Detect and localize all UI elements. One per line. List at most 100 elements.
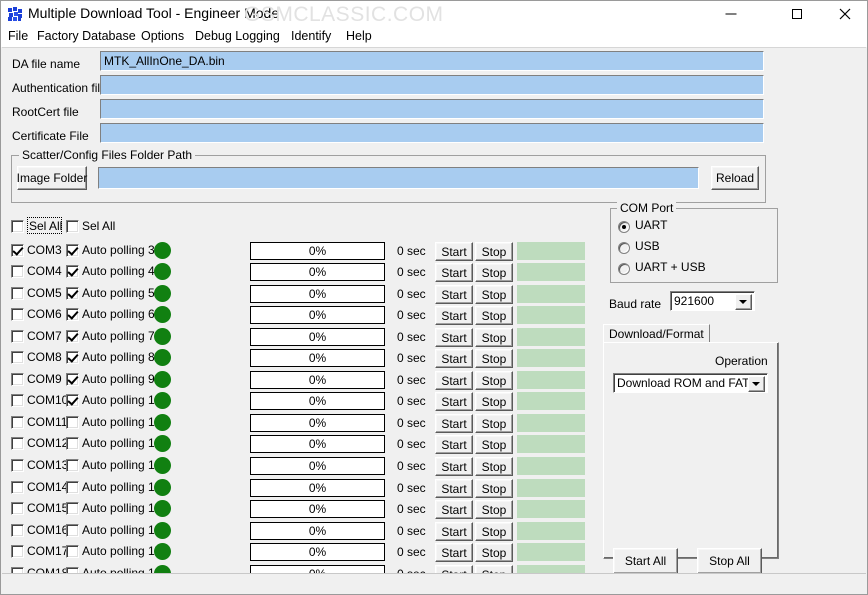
- stop-all-button[interactable]: Stop All: [697, 548, 762, 574]
- com-label: COM12: [27, 436, 69, 450]
- row-start-button[interactable]: Start: [435, 328, 473, 347]
- row-stop-button[interactable]: Stop: [475, 500, 513, 519]
- row-stop-button[interactable]: Stop: [475, 479, 513, 498]
- radio-uart-usb[interactable]: [618, 263, 630, 275]
- auto-polling-checkbox[interactable]: [66, 394, 79, 407]
- close-button[interactable]: [822, 1, 867, 27]
- row-stop-button[interactable]: Stop: [475, 392, 513, 411]
- maximize-icon: [791, 9, 802, 19]
- row-status-box: [517, 349, 585, 367]
- baud-rate-label: Baud rate: [609, 297, 662, 311]
- com-checkbox[interactable]: [11, 287, 24, 300]
- authentication-file-input[interactable]: [100, 75, 764, 95]
- auto-polling-checkbox[interactable]: [66, 373, 79, 386]
- auto-polling-checkbox[interactable]: [66, 502, 79, 515]
- auto-polling-label: Auto polling 17: [82, 544, 162, 558]
- com-checkbox[interactable]: [11, 373, 24, 386]
- row-start-button[interactable]: Start: [435, 500, 473, 519]
- operation-chevron-down-icon[interactable]: [748, 376, 765, 392]
- auto-polling-checkbox[interactable]: [66, 244, 79, 257]
- row-stop-button[interactable]: Stop: [475, 371, 513, 390]
- start-all-button[interactable]: Start All: [613, 548, 678, 574]
- menu-item-debug-logging[interactable]: Debug Logging: [195, 29, 280, 43]
- auto-polling-checkbox[interactable]: [66, 459, 79, 472]
- menu-item-options[interactable]: Options: [141, 29, 184, 43]
- radio-uart[interactable]: [618, 221, 630, 233]
- com-checkbox[interactable]: [11, 502, 24, 515]
- row-stop-button[interactable]: Stop: [475, 414, 513, 433]
- row-stop-button[interactable]: Stop: [475, 263, 513, 282]
- window-title: Multiple Download Tool - Engineer Mode: [28, 5, 280, 21]
- row-start-button[interactable]: Start: [435, 543, 473, 562]
- row-stop-button[interactable]: Stop: [475, 242, 513, 261]
- radio-usb[interactable]: [618, 242, 630, 254]
- scatter-path-input[interactable]: [98, 167, 699, 189]
- com-checkbox[interactable]: [11, 545, 24, 558]
- select-all-left-checkbox[interactable]: [11, 220, 24, 233]
- auto-polling-checkbox[interactable]: [66, 416, 79, 429]
- row-start-button[interactable]: Start: [435, 435, 473, 454]
- com-label: COM3: [27, 243, 62, 257]
- auto-polling-checkbox[interactable]: [66, 265, 79, 278]
- chevron-down-icon[interactable]: [735, 294, 752, 310]
- certificate-file-input[interactable]: [100, 123, 764, 143]
- minimize-button[interactable]: [708, 1, 753, 27]
- row-stop-button[interactable]: Stop: [475, 285, 513, 304]
- auto-polling-checkbox[interactable]: [66, 545, 79, 558]
- menu-item-identify[interactable]: Identify: [291, 29, 331, 43]
- row-stop-button[interactable]: Stop: [475, 543, 513, 562]
- com-checkbox[interactable]: [11, 416, 24, 429]
- menu-item-file[interactable]: File: [8, 29, 28, 43]
- row-start-button[interactable]: Start: [435, 263, 473, 282]
- row-start-button[interactable]: Start: [435, 242, 473, 261]
- com-checkbox[interactable]: [11, 459, 24, 472]
- com-checkbox[interactable]: [11, 394, 24, 407]
- operation-select[interactable]: Download ROM and FAT: [613, 373, 768, 393]
- reload-button[interactable]: Reload: [711, 166, 759, 190]
- auto-polling-checkbox[interactable]: [66, 524, 79, 537]
- com-label: COM8: [27, 350, 62, 364]
- row-start-button[interactable]: Start: [435, 414, 473, 433]
- title-bar: Multiple Download Tool - Engineer Mode G…: [1, 1, 867, 27]
- row-start-button[interactable]: Start: [435, 457, 473, 476]
- row-start-button[interactable]: Start: [435, 479, 473, 498]
- da-file-input[interactable]: MTK_AllInOne_DA.bin: [100, 51, 764, 71]
- row-start-button[interactable]: Start: [435, 371, 473, 390]
- row-stop-button[interactable]: Stop: [475, 349, 513, 368]
- row-stop-button[interactable]: Stop: [475, 457, 513, 476]
- maximize-button[interactable]: [774, 1, 819, 27]
- row-start-button[interactable]: Start: [435, 392, 473, 411]
- row-stop-button[interactable]: Stop: [475, 306, 513, 325]
- image-folder-button[interactable]: Image Folder: [17, 166, 87, 190]
- auto-polling-checkbox[interactable]: [66, 351, 79, 364]
- com-checkbox[interactable]: [11, 265, 24, 278]
- menu-item-help[interactable]: Help: [346, 29, 372, 43]
- row-stop-button[interactable]: Stop: [475, 522, 513, 541]
- auto-polling-checkbox[interactable]: [66, 437, 79, 450]
- row-start-button[interactable]: Start: [435, 349, 473, 368]
- row-stop-button[interactable]: Stop: [475, 328, 513, 347]
- select-all-right-checkbox[interactable]: [66, 220, 79, 233]
- auto-polling-checkbox[interactable]: [66, 330, 79, 343]
- row-stop-button[interactable]: Stop: [475, 435, 513, 454]
- com-checkbox[interactable]: [11, 351, 24, 364]
- row-start-button[interactable]: Start: [435, 285, 473, 304]
- tab-download-format[interactable]: Download/Format: [603, 324, 710, 343]
- com-checkbox[interactable]: [11, 244, 24, 257]
- auto-polling-checkbox[interactable]: [66, 308, 79, 321]
- com-checkbox[interactable]: [11, 330, 24, 343]
- auto-polling-checkbox[interactable]: [66, 287, 79, 300]
- com-checkbox[interactable]: [11, 524, 24, 537]
- progress-bar: 0%: [250, 522, 385, 540]
- progress-bar: 0%: [250, 349, 385, 367]
- menu-item-factory-database[interactable]: Factory Database: [37, 29, 136, 43]
- com-checkbox[interactable]: [11, 437, 24, 450]
- rootcert-file-input[interactable]: [100, 99, 764, 119]
- baud-rate-select[interactable]: 921600: [670, 291, 755, 311]
- com-checkbox[interactable]: [11, 481, 24, 494]
- elapsed-time: 0 sec: [397, 437, 426, 451]
- row-start-button[interactable]: Start: [435, 522, 473, 541]
- auto-polling-checkbox[interactable]: [66, 481, 79, 494]
- row-start-button[interactable]: Start: [435, 306, 473, 325]
- com-checkbox[interactable]: [11, 308, 24, 321]
